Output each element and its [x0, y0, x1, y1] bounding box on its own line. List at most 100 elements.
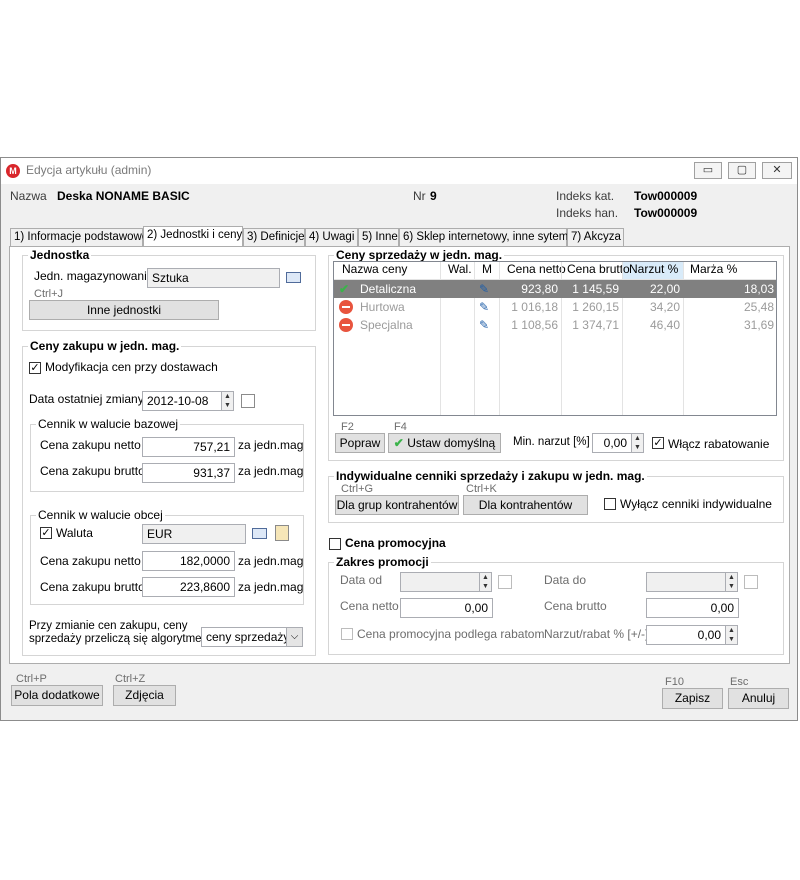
narzut-cell: 34,20	[649, 300, 680, 314]
brutto-cell: 1 145,59	[572, 282, 619, 296]
price-name-cell[interactable]: Specjalna	[360, 316, 413, 334]
other-units-button[interactable]: Inne jednostki	[29, 300, 219, 320]
save-button[interactable]: Zapisz	[662, 688, 723, 709]
tab-definicje[interactable]: 3) Definicje	[243, 228, 305, 246]
col-header-currency[interactable]: Wal.	[448, 262, 472, 279]
base-currency-title: Cennik w walucie bazowej	[36, 417, 181, 431]
price-name-cell[interactable]: Hurtowa	[360, 298, 405, 316]
date-from-spinner[interactable]: ▲ ▼	[480, 572, 492, 592]
tab-uwagi[interactable]: 4) Uwagi	[305, 228, 358, 246]
unit-field[interactable]: Sztuka	[147, 268, 280, 288]
promo-discount-label: Cena promocyjna podlega rabatom	[357, 627, 545, 641]
unit-group-title: Jednostka	[28, 248, 92, 262]
esc-hint: Esc	[730, 676, 749, 688]
netto-cell: 923,80	[521, 282, 558, 296]
foreign-brutto-label: Cena zakupu brutto	[40, 580, 145, 594]
currency-checkbox[interactable]: ✓	[40, 527, 52, 539]
col-header-marza[interactable]: Marża %	[690, 262, 737, 279]
tab-informacje-podstawowe[interactable]: 1) Informacje podstawowe	[10, 228, 148, 246]
price-name-cell[interactable]: Detaliczna	[360, 280, 416, 298]
promo-price-checkbox[interactable]	[329, 538, 341, 550]
tab-akcyza[interactable]: 7) Akcyza	[567, 228, 624, 246]
f10-hint: F10	[665, 676, 684, 688]
indeks-han-label: Indeks han.	[556, 206, 619, 220]
cancel-button[interactable]: Anuluj	[728, 688, 789, 709]
algorithm-label-line1: Przy zmianie cen zakupu, ceny	[29, 620, 188, 632]
modify-prices-checkbox[interactable]: ✓	[29, 362, 41, 374]
disable-individual-checkbox[interactable]	[604, 498, 616, 510]
extra-fields-button[interactable]: Pola dodatkowe	[11, 685, 103, 706]
calendar-icon[interactable]	[241, 394, 255, 408]
currency-field[interactable]: EUR	[142, 524, 246, 544]
app-logo-icon: M	[6, 164, 20, 178]
f4-hint: F4	[394, 421, 407, 433]
folder-icon[interactable]	[252, 528, 267, 539]
currency-label: Waluta	[56, 526, 93, 540]
sales-group-title: Ceny sprzedaży w jedn. mag.	[334, 248, 505, 262]
min-markup-field[interactable]: 0,00	[592, 433, 632, 453]
window-title: Edycja artykułu (admin)	[26, 163, 152, 177]
promo-markup-spinner[interactable]: ▲ ▼	[726, 625, 738, 645]
chevron-down-icon[interactable]: ⌵	[286, 628, 302, 646]
base-netto-field[interactable]: 757,21	[142, 437, 235, 457]
foreign-brutto-field[interactable]: 223,8600	[142, 577, 235, 597]
pencil-icon[interactable]: ✎	[479, 316, 489, 334]
edit-price-button[interactable]: Popraw	[335, 433, 385, 453]
brutto-cell: 1 374,71	[572, 318, 619, 332]
enable-discount-label: Włącz rabatowanie	[668, 437, 770, 451]
set-default-button[interactable]: ✔ Ustaw domyślną	[388, 433, 501, 453]
narzut-cell: 22,00	[649, 282, 680, 296]
calendar-icon[interactable]	[744, 575, 758, 589]
exchange-rate-icon[interactable]	[275, 525, 289, 541]
col-header-brutto[interactable]: Cena brutto	[567, 262, 630, 279]
marza-cell: 25,48	[743, 300, 774, 314]
min-markup-spinner[interactable]: ▲ ▼	[632, 433, 644, 453]
name-label: Nazwa	[10, 189, 47, 203]
date-to-spinner[interactable]: ▲ ▼	[726, 572, 738, 592]
base-brutto-unit: za jedn.mag	[238, 464, 304, 478]
foreign-brutto-unit: za jedn.mag	[238, 580, 304, 594]
promo-markup-field[interactable]: 0,00	[646, 625, 726, 645]
disable-individual-label: Wyłącz cenniki indywidualne	[620, 497, 772, 511]
calendar-icon[interactable]	[498, 575, 512, 589]
promo-netto-field[interactable]: 0,00	[400, 598, 493, 618]
base-brutto-field[interactable]: 931,37	[142, 463, 235, 483]
pencil-icon[interactable]: ✎	[479, 298, 489, 316]
algorithm-label-line2: sprzedaży przeliczą się algorytmem	[29, 633, 212, 645]
folder-icon[interactable]	[286, 272, 301, 283]
marza-cell: 31,69	[743, 318, 774, 332]
foreign-netto-label: Cena zakupu netto	[40, 554, 141, 568]
tab-inne[interactable]: 5) Inne	[358, 228, 399, 246]
last-change-spinner[interactable]: ▲ ▼	[222, 391, 234, 411]
promo-discount-checkbox[interactable]	[341, 628, 353, 640]
base-netto-unit: za jedn.mag	[238, 438, 304, 452]
col-header-narzut[interactable]: Narzut %	[629, 262, 678, 279]
article-name: Deska NONAME BASIC	[57, 189, 190, 203]
last-change-date-field[interactable]: 2012-10-08	[142, 391, 222, 411]
promo-range-title: Zakres promocji	[334, 555, 431, 569]
maximize-button[interactable]: ▢	[728, 162, 756, 179]
col-header-name[interactable]: Nazwa ceny	[342, 262, 407, 279]
pencil-icon[interactable]: ✎	[479, 280, 489, 298]
date-to-field[interactable]	[646, 572, 726, 592]
close-button[interactable]: ✕	[762, 162, 792, 179]
foreign-netto-field[interactable]: 182,0000	[142, 551, 235, 571]
promo-markup-label: Narzut/rabat % [+/-]	[544, 627, 649, 641]
col-header-netto[interactable]: Cena netto	[507, 262, 566, 279]
date-from-field[interactable]	[400, 572, 480, 592]
contractors-button[interactable]: Dla kontrahentów	[463, 495, 588, 515]
contractor-groups-button[interactable]: Dla grup kontrahentów	[335, 495, 459, 515]
enable-discount-checkbox[interactable]: ✓	[652, 437, 664, 449]
tab-jednostki-i-ceny[interactable]: 2) Jednostki i ceny	[143, 226, 243, 247]
photos-button[interactable]: Zdjęcia	[113, 685, 176, 706]
promo-netto-label: Cena netto	[340, 599, 399, 613]
marza-cell: 18,03	[743, 282, 774, 296]
minimize-button[interactable]: ▭	[694, 162, 722, 179]
purchase-group-title: Ceny zakupu w jedn. mag.	[28, 339, 182, 353]
modify-prices-label: Modyfikacja cen przy dostawach	[45, 360, 218, 374]
promo-brutto-field[interactable]: 0,00	[646, 598, 739, 618]
date-to-label: Data do	[544, 573, 587, 587]
individual-pricelists-title: Indywidualne cenniki sprzedaży i zakupu …	[334, 469, 647, 483]
tab-sklep-internetowy[interactable]: 6) Sklep internetowy, inne sytemy	[399, 228, 574, 246]
col-header-m[interactable]: M	[482, 262, 492, 279]
